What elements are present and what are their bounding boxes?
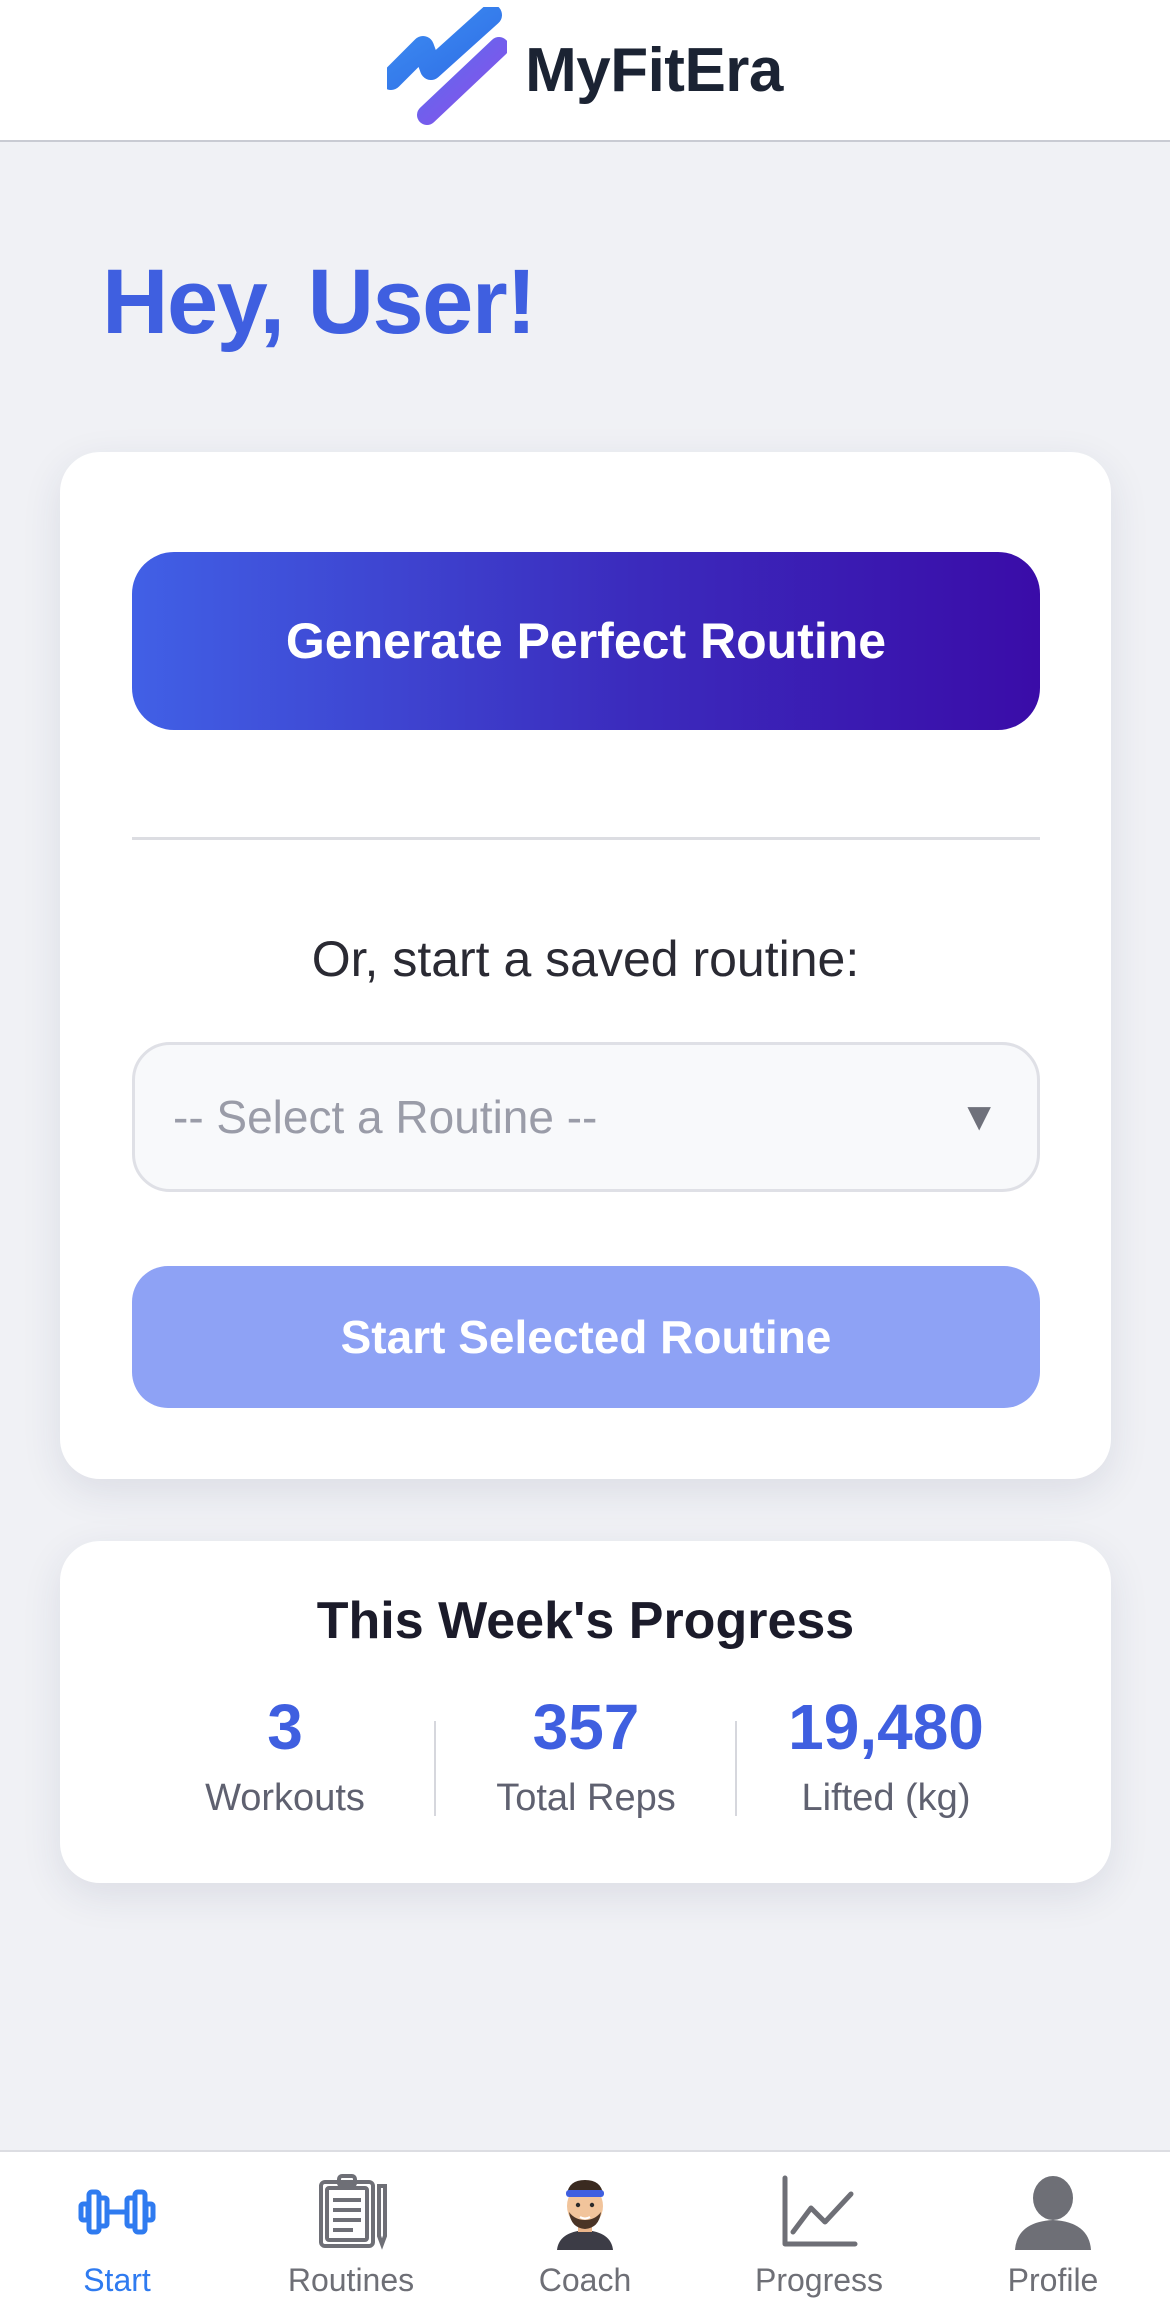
bottom-tab-bar: Start Routines Coach Progress Profile [0,2150,1170,2300]
generate-routine-button[interactable]: Generate Perfect Routine [132,552,1040,730]
stat-lifted: 19,480 Lifted (kg) [736,1691,1036,1820]
myfitera-logo-icon [387,7,508,125]
tab-label: Coach [538,2262,632,2298]
stat-label: Lifted (kg) [801,1776,971,1819]
clipboard-icon [319,2174,387,2250]
caret-down-icon: ▼ [959,1094,999,1139]
coach-avatar-icon [557,2180,613,2250]
tab-coach[interactable]: Coach [468,2152,702,2300]
stat-value: 3 [267,1691,303,1763]
progress-stats: 3 Workouts 357 Total Reps 19,480 Lifted … [60,1691,1111,1841]
divider [132,837,1040,840]
saved-routine-label: Or, start a saved routine: [311,931,860,987]
tab-label: Start [83,2262,151,2298]
tab-profile[interactable]: Profile [936,2152,1170,2300]
routine-select[interactable]: -- Select a Routine -- ▼ [132,1042,1040,1192]
brand[interactable]: MyFitEra [387,7,783,133]
tab-routines[interactable]: Routines [234,2152,468,2300]
person-icon [1015,2176,1091,2250]
stat-label: Total Reps [496,1776,676,1819]
tab-label: Progress [754,2262,884,2298]
routine-card: Generate Perfect Routine Or, start a sav… [60,452,1111,1479]
brand-name: MyFitEra [525,35,783,105]
routine-select-value: -- Select a Routine -- [173,1091,598,1143]
progress-title: This Week's Progress [316,1592,855,1650]
stat-value: 19,480 [788,1691,984,1763]
stat-value: 357 [532,1691,640,1763]
stat-workouts: 3 Workouts [135,1691,435,1820]
tab-label: Profile [1007,2262,1099,2298]
tab-progress[interactable]: Progress [702,2152,936,2300]
tab-label: Routines [287,2262,415,2298]
app-header: MyFitEra [0,0,1170,142]
progress-card: This Week's Progress 3 Workouts 357 Tota… [60,1541,1111,1883]
stat-label: Workouts [205,1776,365,1819]
app-root: MyFitEra Hey, User! Generate Perfect Rou… [0,0,1170,2300]
dumbbell-icon [78,2189,156,2235]
line-chart-icon [782,2175,858,2247]
greeting-title: Hey, User! [102,251,537,353]
stat-total-reps: 357 Total Reps [436,1691,736,1820]
start-selected-routine-button[interactable]: Start Selected Routine [132,1266,1040,1408]
tab-start[interactable]: Start [0,2152,234,2300]
